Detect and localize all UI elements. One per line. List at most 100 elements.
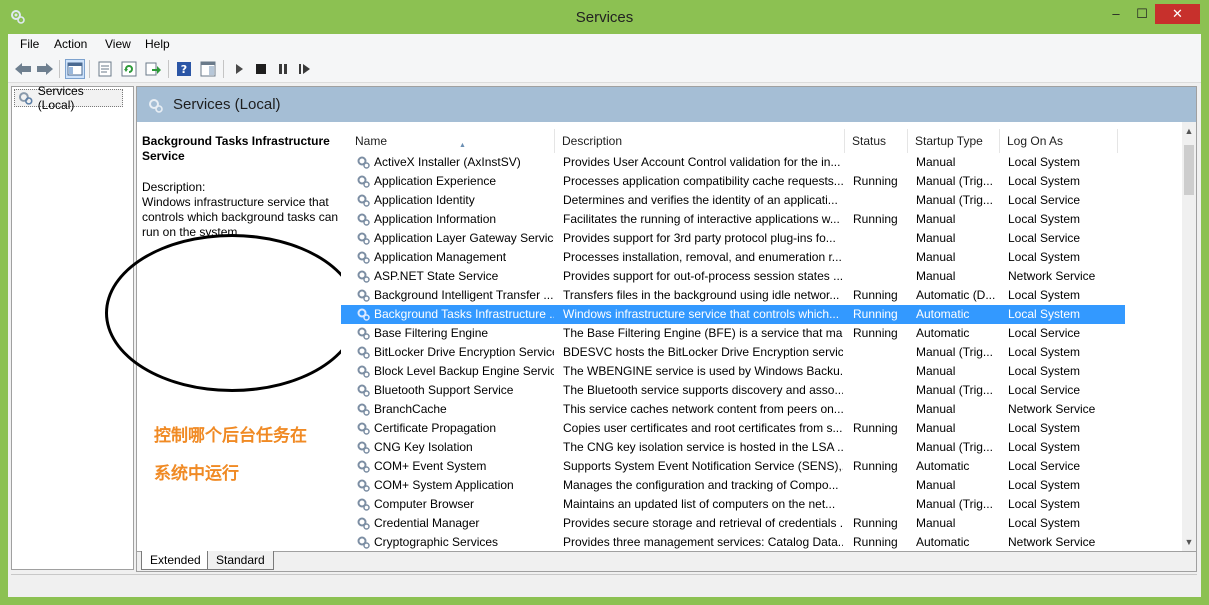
cell-name: Block Level Backup Engine Service [374, 364, 554, 378]
services-window: Services – ☐ ✕ File Action View Help ? S… [0, 0, 1209, 605]
menu-action[interactable]: Action [54, 37, 87, 51]
vertical-scrollbar[interactable]: ▲ ▼ [1182, 122, 1196, 551]
cell-startup-type: Manual (Trig... [916, 174, 993, 188]
cell-status: Running [853, 459, 898, 473]
cell-startup-type: Manual (Trig... [916, 345, 993, 359]
scroll-up-icon[interactable]: ▲ [1182, 124, 1196, 138]
column-header-log-on-as[interactable]: Log On As [1000, 129, 1118, 153]
pause-service-icon[interactable] [273, 59, 293, 79]
cell-status: Running [853, 326, 898, 340]
services-list: Name ▲ Description Status Startup Type L… [341, 122, 1196, 551]
cell-startup-type: Manual [916, 269, 956, 283]
cell-status: Running [853, 174, 898, 188]
selected-service-title: Background Tasks Infrastructure Service [142, 134, 330, 163]
tab-extended[interactable]: Extended [141, 551, 210, 570]
cell-name: Base Filtering Engine [374, 326, 489, 340]
cell-startup-type: Manual (Trig... [916, 193, 993, 207]
table-row[interactable]: Bluetooth Support Service The Bluetooth s… [341, 381, 1125, 400]
properties-icon[interactable] [95, 59, 115, 79]
cell-log-on-as: Local System [1008, 478, 1081, 492]
column-header-status[interactable]: Status [845, 129, 908, 153]
cell-description: The CNG key isolation service is hosted … [563, 440, 843, 454]
restart-service-icon[interactable] [295, 59, 315, 79]
tree-item-label: Services (Local) [37, 84, 84, 112]
table-row[interactable]: BitLocker Drive Encryption Service BDESVC… [341, 343, 1125, 362]
scroll-thumb[interactable] [1184, 145, 1194, 195]
pane-header: Services (Local) [137, 87, 1196, 122]
cell-log-on-as: Local System [1008, 421, 1081, 435]
tab-standard[interactable]: Standard [207, 551, 274, 570]
cell-name: Background Intelligent Transfer ... [374, 288, 554, 302]
cell-status: Running [853, 288, 898, 302]
column-header-startup-type[interactable]: Startup Type [908, 129, 1000, 153]
title-bar[interactable]: Services – ☐ ✕ [0, 0, 1209, 34]
column-header-description[interactable]: Description [555, 129, 845, 153]
cell-status: Running [853, 535, 898, 549]
cell-description: Facilitates the running of interactive a… [563, 212, 840, 226]
column-header-name[interactable]: Name ▲ [348, 129, 555, 153]
cell-log-on-as: Local Service [1008, 231, 1081, 245]
show-action-pane-icon[interactable] [198, 59, 218, 79]
annotation-oval [105, 234, 359, 392]
cell-description: BDESVC hosts the BitLocker Drive Encrypt… [563, 345, 843, 359]
table-row[interactable]: Credential Manager Provides secure storag… [341, 514, 1125, 533]
cell-description: Transfers files in the background using … [563, 288, 840, 302]
table-row[interactable]: Application Identity Determines and verif… [341, 191, 1125, 210]
cell-startup-type: Manual (Trig... [916, 497, 993, 511]
table-row[interactable]: Application Layer Gateway Service Provide… [341, 229, 1125, 248]
minimize-button[interactable]: – [1103, 4, 1129, 24]
cell-startup-type: Manual [916, 231, 956, 245]
table-row[interactable]: Cryptographic Services Provides three man… [341, 533, 1125, 551]
table-row[interactable]: Background Intelligent Transfer ... Trans… [341, 286, 1125, 305]
cell-startup-type: Manual [916, 421, 956, 435]
cell-log-on-as: Local Service [1008, 326, 1081, 340]
cell-log-on-as: Local System [1008, 307, 1081, 321]
table-row[interactable]: Application Information Facilitates the r… [341, 210, 1125, 229]
cell-description: Provides secure storage and retrieval of… [563, 516, 843, 530]
scroll-down-icon[interactable]: ▼ [1182, 535, 1196, 549]
annotation-line-2: 系统中运行 [154, 464, 239, 483]
back-icon[interactable] [13, 59, 33, 79]
status-bar [11, 574, 1197, 595]
table-row[interactable]: Block Level Backup Engine Service The WBE… [341, 362, 1125, 381]
refresh-icon[interactable] [119, 59, 139, 79]
table-row[interactable]: BranchCache This service caches network c… [341, 400, 1125, 419]
stop-service-icon[interactable] [251, 59, 271, 79]
table-row[interactable]: Application Experience Processes applicat… [341, 172, 1125, 191]
show-hide-console-tree-icon[interactable] [65, 59, 85, 79]
forward-icon[interactable] [35, 59, 55, 79]
table-row[interactable]: Certificate Propagation Copies user certi… [341, 419, 1125, 438]
window-title: Services [575, 9, 634, 26]
menu-view[interactable]: View [105, 37, 131, 51]
tree-item-services-local[interactable]: Services (Local) [14, 84, 123, 112]
table-row[interactable]: COM+ System Application Manages the confi… [341, 476, 1125, 495]
cell-name: Bluetooth Support Service [374, 383, 514, 397]
cell-description: Supports System Event Notification Servi… [563, 459, 843, 473]
menu-file[interactable]: File [20, 37, 39, 51]
cell-log-on-as: Local System [1008, 497, 1081, 511]
export-list-icon[interactable] [143, 59, 163, 79]
table-row[interactable]: ActiveX Installer (AxInstSV) Provides Use… [341, 153, 1125, 172]
table-row[interactable]: ASP.NET State Service Provides support fo… [341, 267, 1125, 286]
cell-log-on-as: Local System [1008, 174, 1081, 188]
close-button[interactable]: ✕ [1155, 4, 1200, 24]
gear-icon [18, 92, 33, 105]
cell-log-on-as: Local Service [1008, 193, 1081, 207]
table-row[interactable]: Base Filtering Engine The Base Filtering … [341, 324, 1125, 343]
cell-description: This service caches network content from… [563, 402, 843, 416]
gear-icon [149, 98, 163, 113]
menu-help[interactable]: Help [145, 37, 170, 51]
start-service-icon[interactable] [229, 59, 249, 79]
table-row[interactable]: Computer Browser Maintains an updated lis… [341, 495, 1125, 514]
maximize-button[interactable]: ☐ [1129, 4, 1155, 24]
cell-status: Running [853, 212, 898, 226]
cell-log-on-as: Local System [1008, 345, 1081, 359]
help-icon[interactable]: ? [174, 59, 194, 79]
table-row[interactable]: COM+ Event System Supports System Event N… [341, 457, 1125, 476]
table-row[interactable]: Application Management Processes installa… [341, 248, 1125, 267]
table-row[interactable]: CNG Key Isolation The CNG key isolation s… [341, 438, 1125, 457]
cell-startup-type: Manual (Trig... [916, 440, 993, 454]
menu-bar: File Action View Help [8, 34, 1201, 55]
cell-description: The Base Filtering Engine (BFE) is a ser… [563, 326, 843, 340]
table-row[interactable]: Background Tasks Infrastructure ... Windo… [341, 305, 1125, 324]
